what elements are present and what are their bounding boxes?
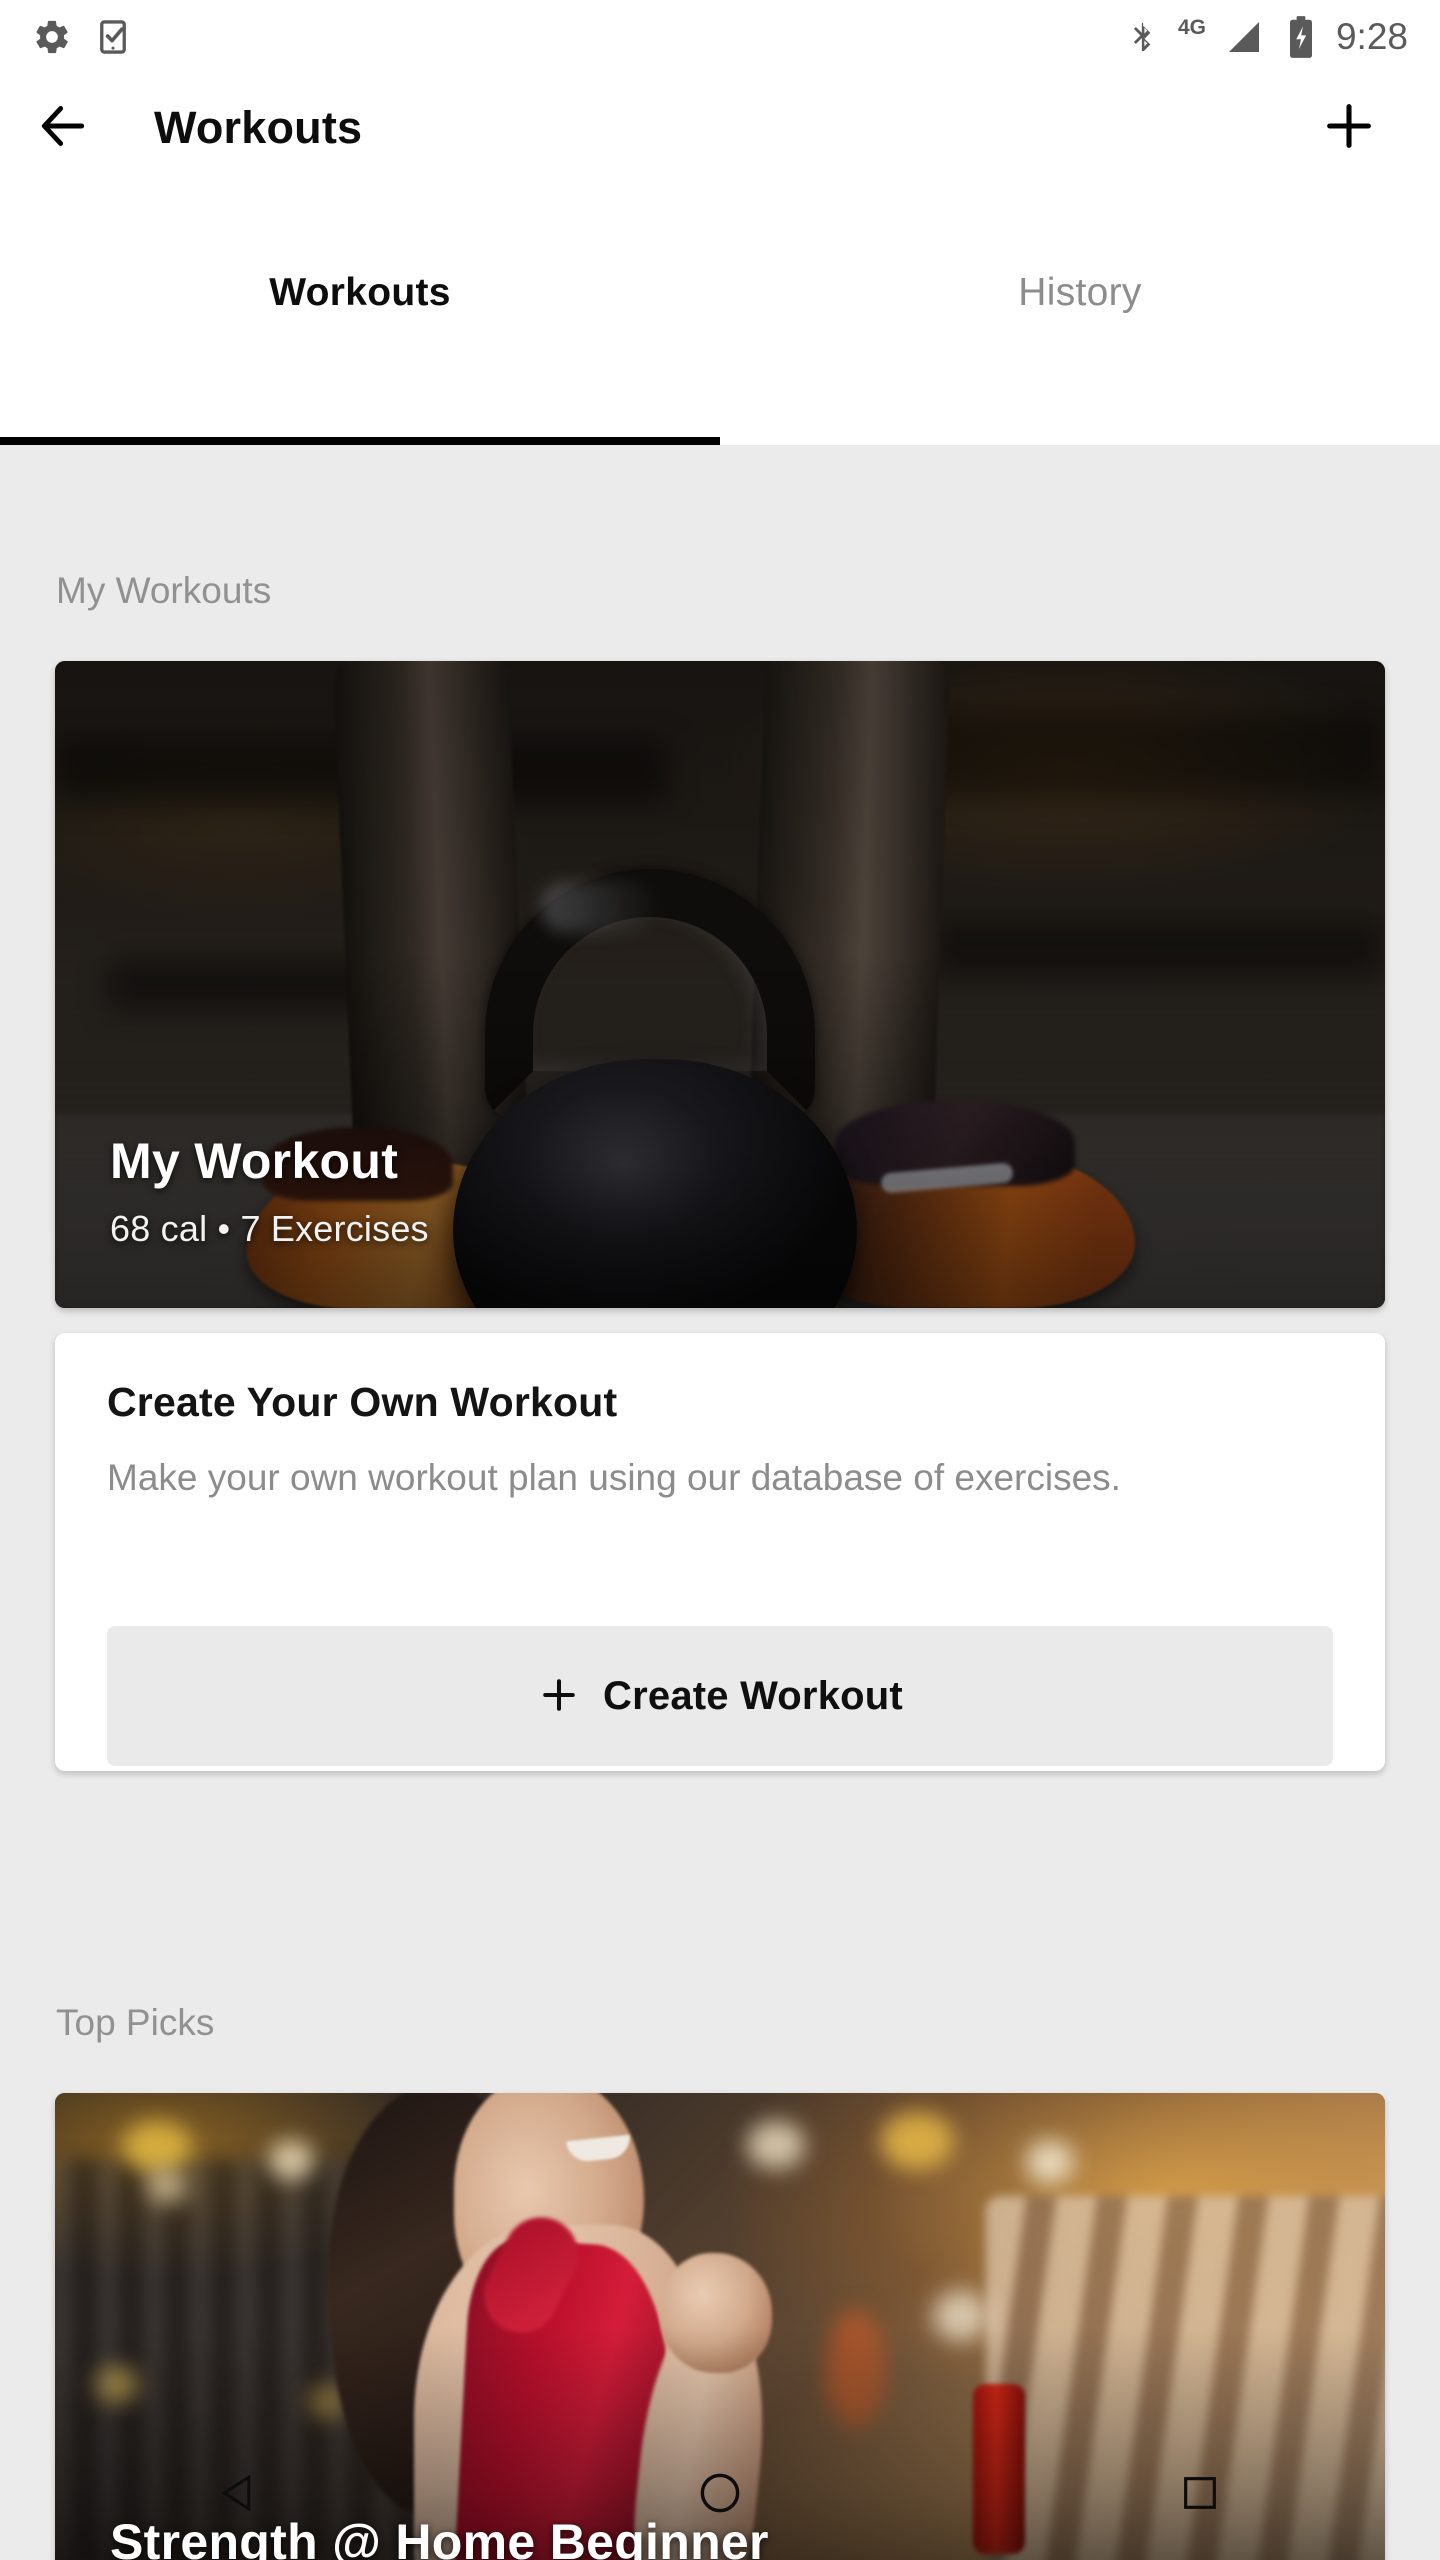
plus-icon [537, 1673, 581, 1720]
tab-history[interactable]: History [720, 183, 1440, 445]
section-header-my-workouts: My Workouts [56, 570, 272, 611]
back-nav-button[interactable] [150, 2430, 330, 2560]
my-workout-card-text: My Workout 68 cal • 7 Exercises [110, 1132, 429, 1250]
recents-nav-button[interactable] [1110, 2430, 1290, 2560]
create-workout-title: Create Your Own Workout [107, 1379, 618, 1425]
circle-icon [697, 2470, 743, 2521]
network-type-label: 4G [1177, 15, 1206, 39]
page-title: Workouts [154, 102, 363, 153]
section-header-top-picks: Top Picks [56, 2002, 215, 2043]
bluetooth-icon [1124, 17, 1158, 57]
create-workout-button-label: Create Workout [603, 1673, 903, 1718]
app-bar: Workouts [0, 73, 1440, 183]
gear-icon [32, 17, 72, 57]
tab-workouts-label: Workouts [269, 271, 451, 314]
status-bar: 4G 9:28 [0, 0, 1440, 73]
signal-icon [1222, 17, 1266, 57]
create-workout-description: Make your own workout plan using our dat… [107, 1457, 1121, 1498]
status-bar-right-icons: 4G 9:28 [1124, 15, 1408, 59]
square-icon [1180, 2473, 1220, 2518]
create-workout-button[interactable]: Create Workout [107, 1626, 1333, 1766]
my-workout-subtitle: 68 cal • 7 Exercises [110, 1208, 429, 1249]
status-bar-left-icons [32, 17, 132, 57]
phone-screen: 4G 9:28 Workouts Workouts History My Wor… [0, 0, 1440, 2560]
my-workout-card[interactable]: My Workout 68 cal • 7 Exercises [55, 661, 1385, 1308]
back-button[interactable] [8, 98, 118, 159]
clock: 9:28 [1335, 15, 1408, 57]
home-nav-button[interactable] [630, 2430, 810, 2560]
plus-icon [1320, 97, 1378, 160]
scroll-content[interactable]: My Workouts My Workout 68 cal • 7 Exerci… [0, 445, 1440, 2560]
arrow-left-icon [35, 98, 91, 159]
tab-workouts[interactable]: Workouts [0, 183, 720, 445]
triangle-left-icon [219, 2470, 261, 2521]
battery-charging-icon [1286, 15, 1316, 59]
add-workout-button[interactable] [1320, 97, 1378, 160]
phone-check-icon [94, 18, 132, 56]
create-workout-card: Create Your Own Workout Make your own wo… [55, 1333, 1385, 1771]
tab-bar: Workouts History [0, 183, 1440, 445]
tab-history-label: History [1018, 271, 1142, 314]
android-nav-bar [0, 2430, 1440, 2560]
tab-active-indicator [0, 437, 720, 445]
my-workout-title: My Workout [110, 1133, 399, 1189]
